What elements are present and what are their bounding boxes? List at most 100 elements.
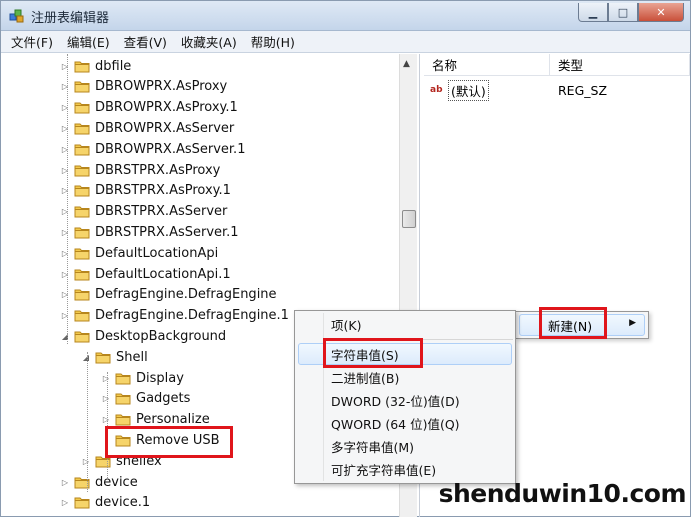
expand-arrow-icon[interactable]: ▷ [60,82,70,91]
tree-item[interactable]: ▷ dbfile [60,56,131,76]
menu-edit[interactable]: 编辑(E) [67,32,110,51]
tree-item[interactable]: ▷ DBRSTPRX.AsProxy [60,160,220,180]
minimize-button[interactable]: ▁ [578,3,608,22]
menu-item-dword-value[interactable]: DWORD (32-位)值(D) [331,390,460,410]
folder-icon [115,413,131,426]
tree-item[interactable]: ▷ DefragEngine.DefragEngine [60,285,277,305]
tree-item[interactable]: Remove USB [101,430,220,450]
tree-connector-line [107,372,108,480]
tree-item-label: device.1 [95,495,151,511]
expand-arrow-icon[interactable]: ▷ [60,166,70,175]
expand-arrow-icon[interactable]: ▷ [60,207,70,216]
scroll-thumb[interactable] [402,210,416,228]
value-row[interactable]: ab (默认) [430,79,489,101]
new-value-submenu: 项(K) 字符串值(S) 二进制值(B) DWORD (32-位)值(D) QW… [294,310,516,484]
tree-item[interactable]: ▷ device.1 [60,493,150,513]
menu-separator [325,339,513,340]
folder-icon [95,351,111,364]
expand-arrow-icon[interactable]: ▷ [60,103,70,112]
menu-favorites[interactable]: 收藏夹(A) [181,32,237,51]
collapse-arrow-icon[interactable]: ◢ [60,332,70,341]
collapse-arrow-icon[interactable]: ◢ [81,353,91,362]
column-header-type[interactable]: 类型 [550,54,690,76]
folder-icon [74,184,90,197]
expand-arrow-icon[interactable]: ▷ [60,186,70,195]
expand-arrow-icon[interactable]: ▷ [60,498,70,507]
folder-icon [74,226,90,239]
tree-item[interactable]: ▷ DBROWPRX.AsProxy [60,77,227,97]
menu-item-binary-value[interactable]: 二进制值(B) [331,367,399,387]
tree-item[interactable]: ▷ Display [101,368,184,388]
tree-item[interactable]: ▷ DBRSTPRX.AsServer.1 [60,222,239,242]
tree-connector-line [67,54,68,344]
tree-item-label: shellex [116,453,162,469]
menu-item-qword-value[interactable]: QWORD (64 位)值(Q) [331,413,460,433]
tree-item[interactable]: ▷ Gadgets [101,389,191,409]
menu-item-multi-string-value[interactable]: 多字符串值(M) [331,436,414,456]
maximize-button[interactable]: □ [608,3,638,22]
tree-connector-line [87,352,88,492]
menu-item-key[interactable]: 项(K) [331,314,361,334]
menu-item-expandable-string-value[interactable]: 可扩充字符串值(E) [331,459,436,479]
folder-icon [74,80,90,93]
close-button[interactable]: ✕ [638,3,684,22]
tree-item[interactable]: ▷ DefaultLocationApi [60,243,218,263]
expand-arrow-icon[interactable]: ▷ [101,394,111,403]
expand-arrow-icon[interactable]: ▷ [60,228,70,237]
folder-icon [115,434,131,447]
menu-item-new[interactable]: 新建(N) [548,316,592,335]
string-value-icon: ab [430,85,443,95]
tree-item[interactable]: ▷ DBRSTPRX.AsServer [60,202,227,222]
scroll-up-arrow-icon[interactable]: ▲ [403,59,410,69]
expand-arrow-icon[interactable]: ▷ [101,374,111,383]
menu-bar: 文件(F) 编辑(E) 查看(V) 收藏夹(A) 帮助(H) [1,31,690,53]
folder-icon [74,205,90,218]
tree-item-label: Remove USB [136,432,220,448]
tree-item[interactable]: ▷ DBROWPRX.AsServer.1 [60,139,246,159]
expand-arrow-icon[interactable]: ▷ [81,457,91,466]
tree-item-label: Gadgets [136,391,191,407]
expand-arrow-icon[interactable]: ▷ [60,124,70,133]
expand-arrow-icon[interactable]: ▷ [101,415,111,424]
tree-item[interactable]: ▷ DBROWPRX.AsProxy.1 [60,98,238,118]
tree-item-label: dbfile [95,58,132,74]
expand-arrow-icon[interactable]: ▷ [60,62,70,71]
tree-item-label: DBRSTPRX.AsProxy [95,162,221,178]
tree-item[interactable]: ◢ DesktopBackground [60,326,226,346]
menu-file[interactable]: 文件(F) [11,32,53,51]
menu-item-string-value[interactable]: 字符串值(S) [331,344,399,364]
tree-item[interactable]: ▷ DefragEngine.DefragEngine.1 [60,306,289,326]
tree-item-label: DBROWPRX.AsServer [95,120,235,136]
title-bar[interactable]: 注册表编辑器 ▁ □ ✕ [1,1,690,31]
menu-view[interactable]: 查看(V) [124,32,167,51]
window-title: 注册表编辑器 [31,11,110,26]
folder-icon [74,164,90,177]
tree-item[interactable]: ▷ DBRSTPRX.AsProxy.1 [60,181,231,201]
folder-icon [74,496,90,509]
tree-item[interactable]: ▷ Personalize [101,410,210,430]
column-header-name[interactable]: 名称 [424,54,550,76]
tree-item[interactable]: ▷ DefaultLocationApi.1 [60,264,231,284]
value-name: (默认) [448,79,489,101]
tree-item-label: Shell [116,349,148,365]
tree-item[interactable]: ▷ DBROWPRX.AsServer [60,118,234,138]
tree-item-label: device [95,474,138,490]
expand-arrow-icon[interactable]: ▷ [60,290,70,299]
expand-arrow-icon[interactable]: ▷ [60,145,70,154]
tree-item-label: Display [136,370,184,386]
expand-arrow-icon[interactable]: ▷ [60,249,70,258]
folder-icon [74,143,90,156]
folder-icon [95,455,111,468]
tree-item[interactable]: ▷ device [60,472,138,492]
expand-arrow-icon[interactable]: ▷ [60,478,70,487]
tree-item-label: DBRSTPRX.AsServer [95,204,228,220]
tree-item-label: DBROWPRX.AsServer.1 [95,141,246,157]
tree-item[interactable]: ▷ shellex [81,451,162,471]
tree-item-label: DefaultLocationApi.1 [95,266,231,282]
expand-arrow-icon[interactable]: ▷ [60,270,70,279]
menu-help[interactable]: 帮助(H) [251,32,295,51]
folder-icon [74,122,90,135]
tree-item-label: DefragEngine.DefragEngine.1 [95,308,289,324]
tree-item[interactable]: ◢ Shell [81,347,148,367]
expand-arrow-icon[interactable]: ▷ [60,311,70,320]
